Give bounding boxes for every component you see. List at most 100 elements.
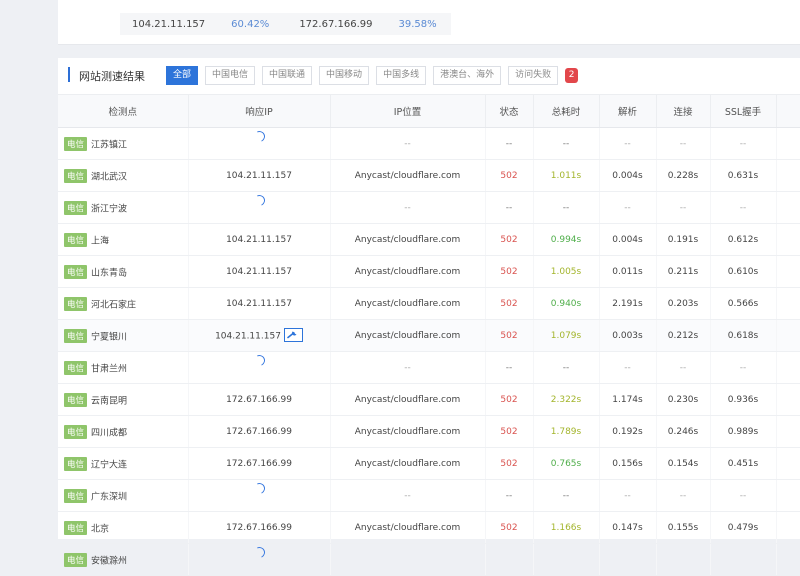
- isp-badge: 电信: [64, 456, 88, 471]
- speed-test-results-panel: 网站测速结果 全部 中国电信 中国联通 中国移动 中国多线 港澳台、海外 访问失…: [58, 58, 800, 576]
- table-row[interactable]: 电信 安徽滁州: [58, 543, 800, 576]
- title-accent-bar: [68, 67, 70, 82]
- table-row[interactable]: 电信 湖北武汉 104.21.11.157 Anycast/cloudflare.co…: [58, 159, 800, 192]
- filter-telecom[interactable]: 中国电信: [205, 66, 256, 85]
- cell-extra: [776, 319, 800, 352]
- node-city: 辽宁大连: [91, 460, 128, 470]
- cell-ip-location: [330, 543, 486, 576]
- cell-status: 502: [485, 255, 534, 288]
- cell-ssl: 0.610s: [710, 255, 777, 288]
- cell-ssl: [710, 543, 777, 576]
- cell-extra: [776, 543, 800, 576]
- cell-connect: 0.211s: [656, 255, 711, 288]
- isp-badge: 电信: [64, 264, 88, 279]
- cell-status: 502: [485, 223, 534, 256]
- filter-unicom[interactable]: 中国联通: [262, 66, 313, 85]
- cell-ip-location: Anycast/cloudflare.com: [330, 223, 486, 256]
- cell-dns: 2.191s: [599, 287, 657, 320]
- cell-status: --: [485, 479, 534, 512]
- wrench-icon[interactable]: [283, 327, 303, 342]
- cell-node: 电信 山东青岛: [58, 255, 189, 288]
- table-row[interactable]: 电信 广东深圳 -- -- -- -- -- --: [58, 479, 800, 512]
- cell-ip-location: --: [330, 479, 486, 512]
- cell-ssl: 0.612s: [710, 223, 777, 256]
- col-node[interactable]: 检测点: [58, 95, 189, 128]
- col-total-time[interactable]: 总耗时: [533, 95, 600, 128]
- response-ip-text: 104.21.11.157: [226, 170, 292, 181]
- isp-filter-tabs: 全部 中国电信 中国联通 中国移动 中国多线 港澳台、海外 访问失败 2: [166, 66, 579, 85]
- loading-spinner-icon: [251, 128, 267, 144]
- table-row[interactable]: 电信 四川成都 172.67.166.99 Anycast/cloudflare.co…: [58, 415, 800, 448]
- cell-total-time: 0.765s: [533, 447, 600, 480]
- cell-dns: 0.004s: [599, 223, 657, 256]
- col-connect[interactable]: 连接: [656, 95, 711, 128]
- table-row[interactable]: 电信 浙江宁波 -- -- -- -- -- --: [58, 191, 800, 224]
- cell-connect: --: [656, 191, 711, 224]
- table-row[interactable]: 电信 辽宁大连 172.67.166.99 Anycast/cloudflare.co…: [58, 447, 800, 480]
- cell-ssl: --: [710, 191, 777, 224]
- cell-total-time: --: [533, 191, 600, 224]
- node-city: 广东深圳: [91, 492, 128, 502]
- table-row[interactable]: 电信 云南昆明 172.67.166.99 Anycast/cloudflare.co…: [58, 383, 800, 416]
- node-city: 四川成都: [91, 428, 128, 438]
- cell-total-time: 1.005s: [533, 255, 600, 288]
- cell-ssl: 0.936s: [710, 383, 777, 416]
- node-city: 云南昆明: [91, 396, 128, 406]
- table-row[interactable]: 电信 甘肃兰州 -- -- -- -- -- --: [58, 351, 800, 384]
- isp-badge: 电信: [64, 360, 88, 375]
- cell-status: 502: [485, 415, 534, 448]
- cell-connect: 0.228s: [656, 159, 711, 192]
- loading-spinner-icon: [251, 352, 267, 368]
- cell-total-time: 1.011s: [533, 159, 600, 192]
- cell-dns: [599, 543, 657, 576]
- cell-connect: 0.203s: [656, 287, 711, 320]
- cell-node: 电信 江苏镇江: [58, 127, 189, 160]
- cell-node: 电信 湖北武汉: [58, 159, 189, 192]
- filter-multiline[interactable]: 中国多线: [376, 66, 427, 85]
- cell-extra: [776, 383, 800, 416]
- cell-ip-location: Anycast/cloudflare.com: [330, 255, 486, 288]
- cell-status: 502: [485, 159, 534, 192]
- filter-mobile[interactable]: 中国移动: [319, 66, 370, 85]
- table-row[interactable]: 电信 江苏镇江 -- -- -- -- -- --: [58, 127, 800, 160]
- col-response-ip[interactable]: 响应IP: [188, 95, 331, 128]
- results-table: 检测点 响应IP IP位置 状态 总耗时 解析 连接 SSL握手 电信 江苏镇江 -…: [58, 95, 800, 576]
- cell-extra: [776, 447, 800, 480]
- cell-response-ip: 172.67.166.99: [188, 447, 331, 480]
- response-ip-text: 172.67.166.99: [226, 426, 292, 437]
- cell-ssl: --: [710, 351, 777, 384]
- cell-dns: --: [599, 127, 657, 160]
- cell-connect: --: [656, 127, 711, 160]
- isp-badge: 电信: [64, 328, 88, 343]
- col-dns[interactable]: 解析: [599, 95, 657, 128]
- cell-extra: [776, 223, 800, 256]
- table-row[interactable]: 电信 上海 104.21.11.157 Anycast/cloudflare.com 5…: [58, 223, 800, 256]
- col-ssl[interactable]: SSL握手: [710, 95, 777, 128]
- cell-response-ip: 104.21.11.157: [188, 255, 331, 288]
- response-ip-text: 104.21.11.157: [226, 298, 292, 309]
- table-row[interactable]: 电信 山东青岛 104.21.11.157 Anycast/cloudflare.co…: [58, 255, 800, 288]
- cell-connect: 0.246s: [656, 415, 711, 448]
- cell-total-time: 0.994s: [533, 223, 600, 256]
- cell-dns: 0.192s: [599, 415, 657, 448]
- cell-extra: [776, 127, 800, 160]
- filter-overseas[interactable]: 港澳台、海外: [433, 66, 502, 85]
- cell-ip-location: Anycast/cloudflare.com: [330, 287, 486, 320]
- table-row[interactable]: 电信 宁夏银川 104.21.11.157 Anycast/cloudflare.co…: [58, 319, 800, 352]
- filter-failed[interactable]: 访问失败: [508, 66, 559, 85]
- response-ip-text: 104.21.11.157: [226, 266, 292, 277]
- table-row[interactable]: 电信 河北石家庄 104.21.11.157 Anycast/cloudflare.c…: [58, 287, 800, 320]
- node-city: 湖北武汉: [91, 172, 128, 182]
- cell-dns: --: [599, 479, 657, 512]
- filter-all[interactable]: 全部: [166, 66, 199, 85]
- node-city: 北京: [91, 524, 110, 534]
- cell-connect: [656, 543, 711, 576]
- cell-total-time: 1.789s: [533, 415, 600, 448]
- cell-status: --: [485, 191, 534, 224]
- cell-dns: 0.011s: [599, 255, 657, 288]
- col-ip-location[interactable]: IP位置: [330, 95, 486, 128]
- response-ip-text: 172.67.166.99: [226, 522, 292, 533]
- node-city: 河北石家庄: [91, 300, 137, 310]
- col-status[interactable]: 状态: [485, 95, 534, 128]
- cell-ip-location: Anycast/cloudflare.com: [330, 319, 486, 352]
